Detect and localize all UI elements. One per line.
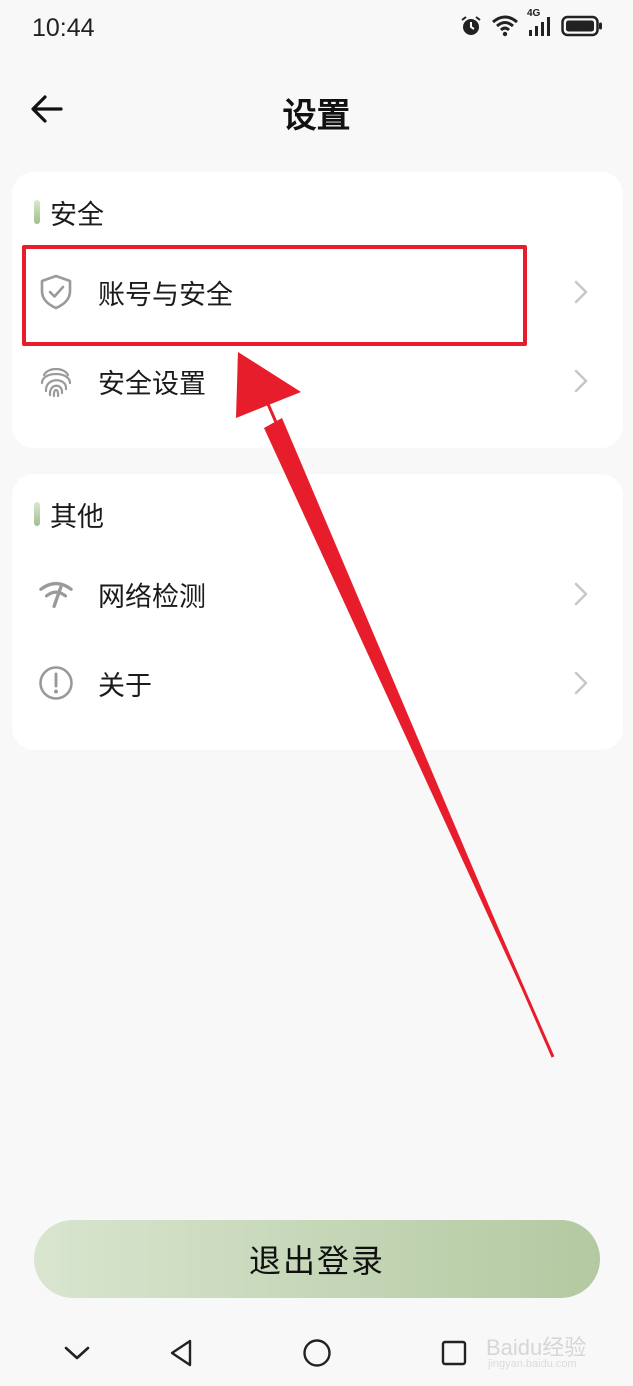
recents-square-icon[interactable] (439, 1338, 469, 1368)
baidu-watermark: Baidu经验 jingyan.baidu.com (486, 1318, 626, 1378)
security-card: 安全 账号与安全 安全设置 (12, 172, 623, 448)
home-circle-icon[interactable] (302, 1338, 332, 1368)
signal-icon: 4G (527, 8, 553, 38)
status-time: 10:44 (32, 14, 95, 42)
chevron-right-icon (571, 367, 591, 395)
wifi-icon (491, 15, 519, 37)
about-item[interactable]: 关于 (12, 639, 623, 727)
section-label: 其他 (50, 501, 104, 533)
watermark-sub: jingyan.baidu.com (488, 1358, 577, 1370)
collapse-icon[interactable] (62, 1338, 92, 1368)
section-title-other: 其他 (34, 496, 104, 533)
network-test-icon (38, 576, 74, 612)
about-label: 关于 (98, 670, 152, 702)
account-security-item[interactable]: 账号与安全 (12, 248, 623, 336)
security-settings-label: 安全设置 (98, 368, 206, 400)
header: 设置 (0, 70, 633, 150)
section-marker (34, 200, 40, 224)
section-title-security: 安全 (34, 194, 104, 231)
other-card: 其他 网络检测 关于 (12, 474, 623, 750)
network-label: 4G (527, 8, 541, 19)
back-triangle-icon[interactable] (166, 1338, 196, 1368)
logout-button[interactable]: 退出登录 (34, 1220, 600, 1298)
info-circle-icon (38, 665, 74, 701)
account-security-label: 账号与安全 (98, 279, 233, 311)
security-settings-item[interactable]: 安全设置 (12, 337, 623, 425)
status-icons: 4G (459, 8, 603, 38)
network-test-label: 网络检测 (98, 581, 206, 613)
battery-icon (561, 15, 603, 37)
shield-check-icon (38, 274, 74, 310)
alarm-icon (459, 14, 483, 38)
fingerprint-icon (38, 363, 74, 399)
chevron-right-icon (571, 669, 591, 697)
status-bar: 10:44 4G (0, 0, 633, 60)
page-title: 设置 (282, 96, 351, 136)
chevron-right-icon (571, 278, 591, 306)
section-marker (34, 502, 40, 526)
network-test-item[interactable]: 网络检测 (12, 550, 623, 638)
section-label: 安全 (50, 199, 104, 231)
chevron-right-icon (571, 580, 591, 608)
